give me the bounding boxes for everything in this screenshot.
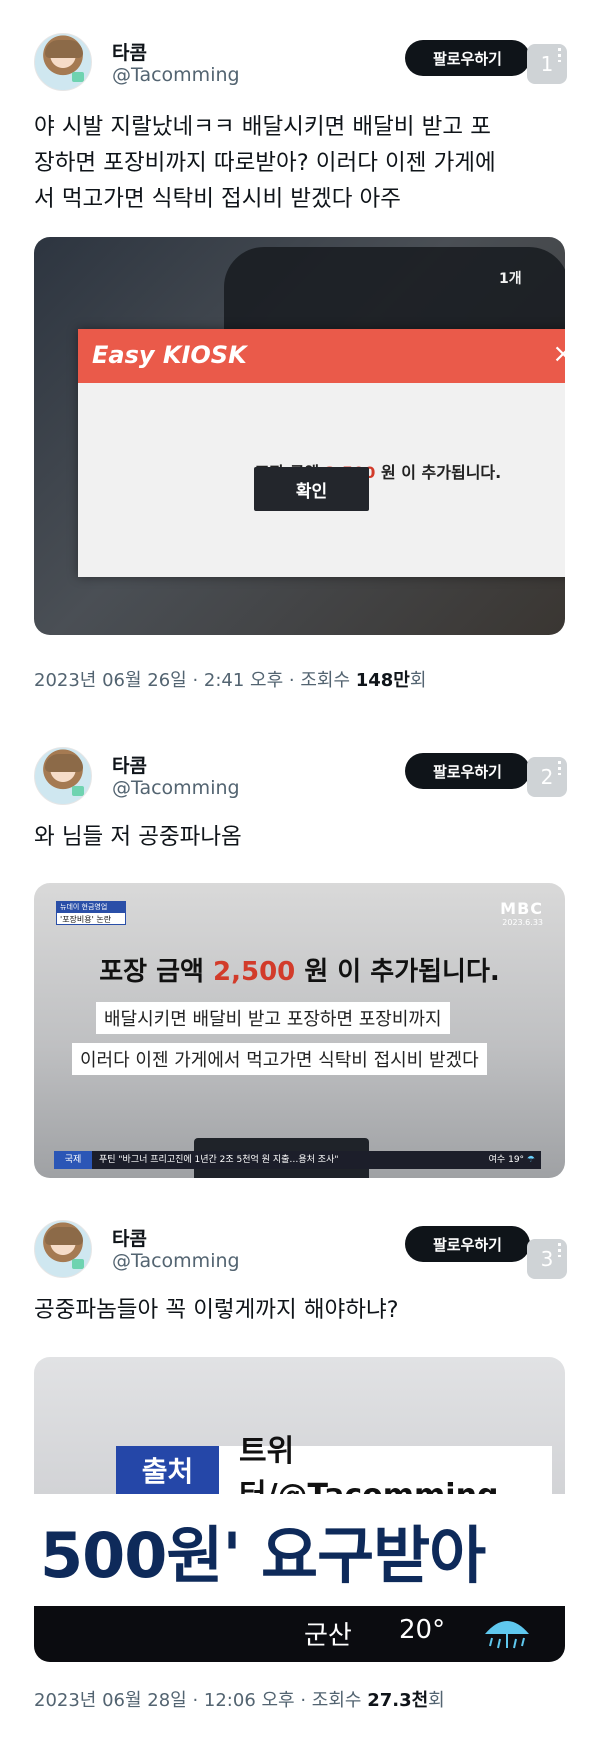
ticker-label: 국제 xyxy=(54,1151,92,1169)
channel-name: MBC xyxy=(500,899,543,918)
tweet-text-line: 야 시발 지랄났네ㅋㅋ 배달시키면 배달비 받고 포 xyxy=(34,114,491,140)
news-ticker: 국제 푸틴 "바그너 프리고진에 1년간 2조 5천억 원 지출…용처 조사" … xyxy=(54,1151,541,1169)
news-subtitle: 이러다 이젠 가게에서 먹고가면 식탁비 접시비 받겠다 xyxy=(72,1043,487,1075)
news-big-caption: 500원' 요구받아 xyxy=(40,1519,486,1592)
view-unit: 회 xyxy=(409,670,427,691)
avatar-hair xyxy=(45,40,83,58)
news-program-tag: 뉴데이 현금영업 '포장비용' 논란 xyxy=(56,901,126,925)
tweet-image-source[interactable]: 출처 트위터/@Tacomming 500원' 요구받아 군산 20° xyxy=(34,1357,565,1662)
more-dots-icon[interactable] xyxy=(558,1243,561,1257)
dialog-titlebar: Easy KIOSK × xyxy=(78,329,565,383)
tweet-text: 와 님들 저 공중파나옴 xyxy=(34,824,242,850)
message-suffix: 원 이 추가됩니다. xyxy=(375,463,502,482)
ticker-weather: 여수 19° ☂ xyxy=(489,1151,535,1169)
source-value: 트위터/@Tacomming xyxy=(219,1434,552,1513)
tag-top: 뉴데이 현금영업 xyxy=(57,902,125,913)
badge-number: 2 xyxy=(540,765,554,789)
channel-logo: MBC 2023.6.33 xyxy=(500,899,543,927)
post-index-badge: 1 xyxy=(527,44,567,84)
avatar-hair xyxy=(45,754,83,772)
post-index-badge: 3 xyxy=(527,1239,567,1279)
news-headline: 포장 금액 2,500 원 이 추가됩니다. xyxy=(34,951,565,988)
view-count: 27.3천 xyxy=(367,1690,429,1711)
channel-time: 2023.6.33 xyxy=(502,918,543,927)
tweet-date[interactable]: 2023년 06월 26일 · 2:41 오후 · 조회수 xyxy=(34,670,356,691)
avatar[interactable] xyxy=(34,33,92,91)
umbrella-icon xyxy=(485,1621,529,1649)
follow-button[interactable]: 팔로우하기 xyxy=(405,40,530,76)
author-name[interactable]: 타콤 xyxy=(112,38,147,65)
tweet-image-kiosk[interactable]: 1개 1개 8, Easy KIOSK × 포장 금액 2,500 원 이 추가… xyxy=(34,237,565,635)
kiosk-logo: Easy KIOSK xyxy=(92,341,247,369)
author-handle[interactable]: @Tacomming xyxy=(112,1250,240,1272)
badge-number: 1 xyxy=(540,52,554,76)
avatar-bow xyxy=(72,786,84,796)
author-name[interactable]: 타콤 xyxy=(112,751,147,778)
tweet-text-line: 장하면 포장비까지 따로받아? 이러다 이젠 가게에 xyxy=(34,150,496,176)
avatar[interactable] xyxy=(34,747,92,805)
ticker-temp: 19° xyxy=(508,1155,525,1165)
source-caption: 출처 트위터/@Tacomming xyxy=(116,1434,552,1513)
kiosk-dialog: Easy KIOSK × 포장 금액 2,500 원 이 추가됩니다. xyxy=(78,329,565,577)
avatar-hair xyxy=(45,1227,83,1245)
author-handle[interactable]: @Tacomming xyxy=(112,64,240,86)
avatar[interactable] xyxy=(34,1220,92,1278)
ticker-text: 푸틴 "바그너 프리고진에 1년간 2조 5천억 원 지출…용처 조사" xyxy=(99,1155,339,1165)
tweet-text-line: 서 먹고가면 식탁비 접시비 받겠다 아주 xyxy=(34,186,401,212)
headline-amount: 2,500 xyxy=(213,957,296,987)
tweet-image-news[interactable]: 뉴데이 현금영업 '포장비용' 논란 MBC 2023.6.33 포장 금액 2… xyxy=(34,883,565,1178)
tweet-text: 야 시발 지랄났네ㅋㅋ 배달시키면 배달비 받고 포 장하면 포장비까지 따로받… xyxy=(34,109,574,217)
follow-button[interactable]: 팔로우하기 xyxy=(405,1226,530,1262)
more-dots-icon[interactable] xyxy=(558,48,561,62)
view-unit: 회 xyxy=(428,1690,445,1711)
author-handle[interactable]: @Tacomming xyxy=(112,777,240,799)
tweet-text: 공중파놈들아 꼭 이렇게까지 해야하냐? xyxy=(34,1297,399,1323)
weather-city: 군산 xyxy=(304,1621,352,1651)
tag-bottom: '포장비용' 논란 xyxy=(60,915,112,924)
more-dots-icon[interactable] xyxy=(558,761,561,775)
news-subtitle: 배달시키면 배달비 받고 포장하면 포장비까지 xyxy=(96,1002,450,1034)
avatar-bow xyxy=(72,72,84,82)
tweet-date[interactable]: 2023년 06월 28일 · 12:06 오후 · 조회수 xyxy=(34,1690,367,1711)
source-label: 출처 xyxy=(116,1446,219,1494)
badge-number: 3 xyxy=(540,1247,554,1271)
bg-qty: 1개 xyxy=(499,271,522,287)
tweet-meta: 2023년 06월 28일 · 12:06 오후 · 조회수 27.3천회 xyxy=(34,1686,445,1712)
ticker-city: 여수 xyxy=(488,1155,506,1165)
headline-prefix: 포장 금액 xyxy=(99,957,214,987)
post-index-badge: 2 xyxy=(527,757,567,797)
confirm-button: 확인 xyxy=(254,467,369,511)
close-icon: × xyxy=(552,339,565,369)
umbrella-icon: ☂ xyxy=(526,1155,535,1165)
view-count: 148만 xyxy=(355,670,410,691)
follow-button[interactable]: 팔로우하기 xyxy=(405,753,530,789)
avatar-bow xyxy=(72,1259,84,1269)
author-name[interactable]: 타콤 xyxy=(112,1224,147,1251)
tweet-meta: 2023년 06월 26일 · 2:41 오후 · 조회수 148만회 xyxy=(34,666,426,692)
headline-suffix: 원 이 추가됩니다. xyxy=(295,957,500,987)
weather-temp: 20° xyxy=(399,1615,446,1645)
